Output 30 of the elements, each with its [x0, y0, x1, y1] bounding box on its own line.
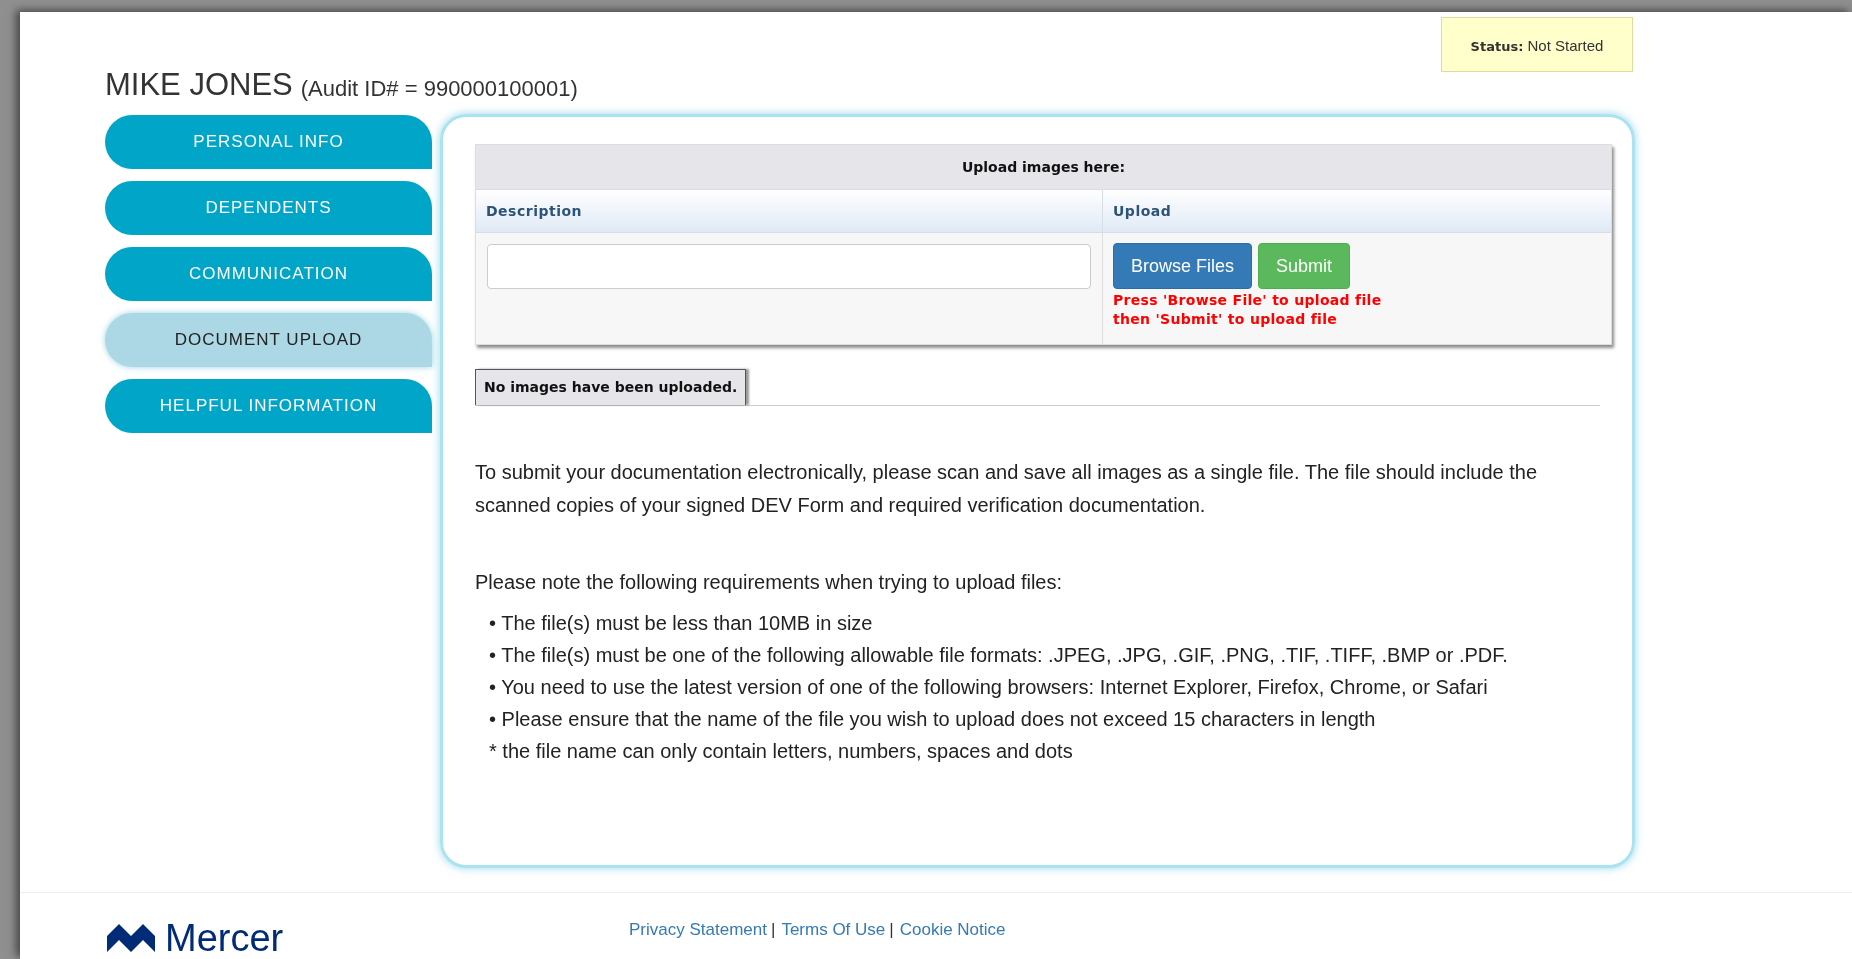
requirement-item: • You need to use the latest version of one of the following browsers: Internet Explorer, Firefox, Chrome, or Safari [488, 675, 1489, 700]
intro-paragraph: To submit your documentation electronically, please scan and save all images as a single file. The file should include the scanned copies of your signed DEV Form and required verification documentation. [475, 460, 1539, 518]
link-separator: | [889, 919, 894, 942]
requirement-item: * the file name can only contain letters, numbers, spaces and dots [488, 739, 1074, 764]
status-box: Status: Not Started [1441, 17, 1633, 72]
column-header: Upload [1112, 201, 1173, 221]
nav-tab[interactable]: DOCUMENT UPLOAD [105, 313, 432, 367]
requirements-heading: Please note the following requirements when trying to upload files: [475, 570, 1063, 595]
link-separator: | [770, 919, 776, 942]
requirement-item: • Please ensure that the name of the file you wish to upload does not exceed 15 characters in length [488, 707, 1377, 732]
page-title: MIKE JONES (Audit ID# = 990000100001) [105, 68, 579, 100]
mercer-logo[interactable]: Mercer [105, 893, 629, 957]
nav-tab[interactable]: DEPENDENTS [105, 181, 432, 235]
nav-tab[interactable]: COMMUNICATION [105, 247, 432, 301]
upload-hint: Press 'Browse File' to upload file [1113, 291, 1383, 310]
nav-tab[interactable]: HELPFUL INFORMATION [105, 379, 432, 433]
browse-files-button[interactable]: Browse Files [1113, 243, 1253, 289]
requirement-item: • The file(s) must be less than 10MB in size [488, 611, 874, 636]
uploads-tab[interactable]: No images have been uploaded. [475, 369, 747, 405]
footer-link[interactable]: Cookie Notice [899, 917, 1006, 943]
column-header: Description [476, 190, 1103, 232]
logo-icon [105, 922, 157, 954]
submit-button[interactable]: Submit [1258, 243, 1351, 289]
requirement-item: • The file(s) must be one of the following allowable file formats: .JPEG, .JPG, .GIF, .PNG, .TIF, .TIFF, .BMP or .PDF. [488, 643, 1509, 668]
nav-tab[interactable]: PERSONAL INFO [105, 115, 432, 169]
footer-link[interactable]: Privacy Statement [629, 917, 767, 943]
table-title: Upload images here: [476, 145, 1611, 189]
upload-hint: then 'Submit' to upload file [1113, 310, 1339, 329]
footer-link[interactable]: Terms Of Use [781, 917, 886, 943]
description-field[interactable] [487, 244, 1091, 289]
